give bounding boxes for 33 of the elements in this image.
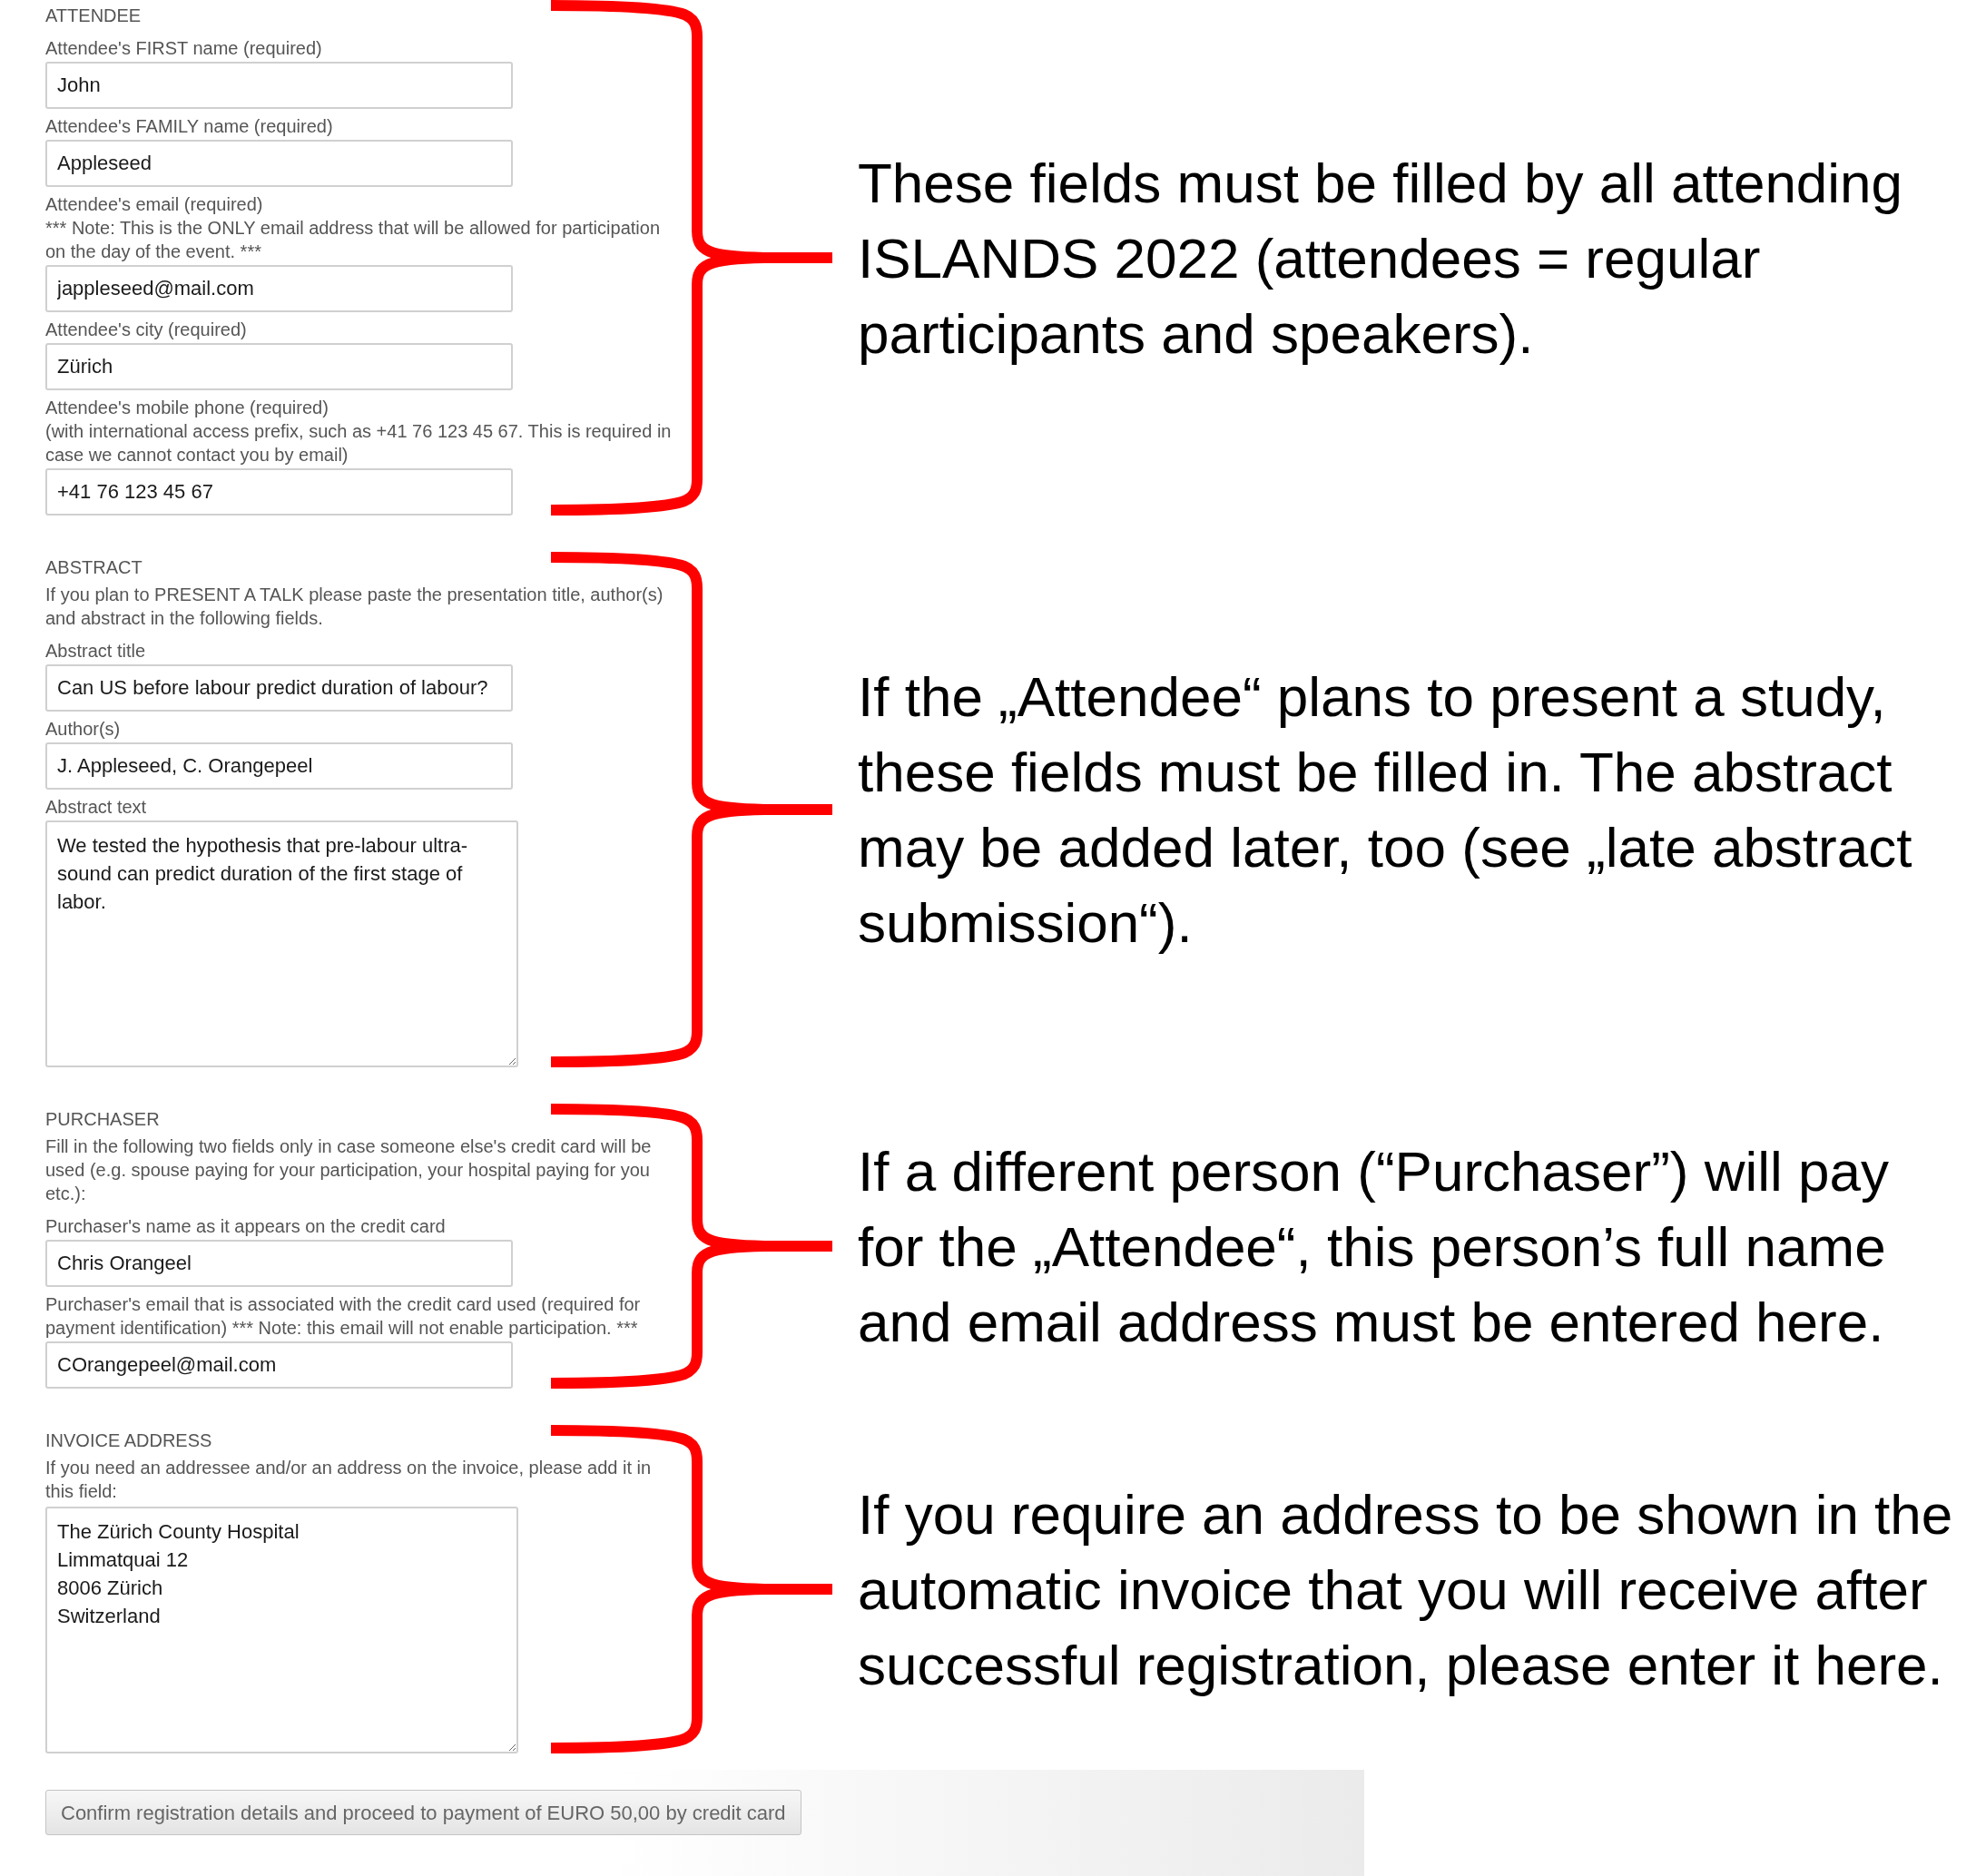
annotation-text: If a different person (“Purchaser”) will pay for the „Attendee“, this person’s full name and email address must be entered here. [858, 1138, 1889, 1355]
text-area[interactable]: We tested the hypothesis that pre-labour ultra-sound can predict duration of the first stage of labor. [45, 820, 518, 1067]
field-label: Attendee's mobile phone (required) (with international access prefix, such as +41 76 123 45 67. This is required in case we cannot contact you by email) [45, 397, 672, 467]
field-label: Purchaser's name as it appears on the credit card [45, 1215, 447, 1238]
section-heading: ABSTRACT [45, 556, 143, 579]
text-input[interactable]: Zürich [45, 343, 513, 390]
text-area[interactable]: The Zürich County Hospital Limmatquai 12 8006 Zürich Switzerland [45, 1507, 518, 1753]
section-heading: PURCHASER [45, 1108, 161, 1131]
field-label: Attendee's FIRST name (required) [45, 37, 323, 60]
section-intro: Fill in the following two fields only in case someone else's credit card will be used (e.g. spouse paying for your participation, your hospital paying for you etc.): [45, 1135, 653, 1205]
field-label: Attendee's city (required) [45, 319, 248, 341]
submit-button[interactable]: Confirm registration details and proceed to payment of EURO 50,00 by credit card [45, 1790, 801, 1835]
field-label: Purchaser's email that is associated with the credit card used (required for payment identification) *** Note: this email will not enable participation. *** [45, 1293, 642, 1340]
text-input[interactable]: Chris Orangeel [45, 1240, 513, 1287]
section-heading: INVOICE ADDRESS [45, 1429, 213, 1452]
text-input[interactable]: John [45, 62, 513, 109]
text-input[interactable]: Can US before labour predict duration of labour? [45, 664, 513, 712]
text-input[interactable]: +41 76 123 45 67 [45, 468, 513, 516]
annotation-text: If the „Attendee“ plans to present a study, these fields must be filled in. The abstract may be added later, too (see „late abstract submission“). [858, 664, 1912, 956]
field-label: Abstract text [45, 796, 148, 819]
section-heading: ATTENDEE [45, 5, 143, 27]
field-label: Abstract title [45, 640, 147, 663]
field-label: Attendee's FAMILY name (required) [45, 115, 334, 138]
field-label: Attendee's email (required) *** Note: This is the ONLY email address that will be allowed for participation on the day of the event. *** [45, 193, 661, 263]
text-input[interactable]: COrangepeel@mail.com [45, 1341, 513, 1389]
text-input[interactable]: jappleseed@mail.com [45, 265, 513, 312]
section-intro: If you plan to PRESENT A TALK please paste the presentation title, author(s) and abstract in the following fields. [45, 584, 664, 630]
section-intro: If you need an addressee and/or an address on the invoice, please add it in this field: [45, 1457, 653, 1503]
annotation-text: If you require an address to be shown in the automatic invoice that you will receive after successful registration, please enter it here. [858, 1481, 1953, 1698]
annotation-text: These fields must be filled by all attending ISLANDS 2022 (attendees = regular participants and speakers). [858, 150, 1903, 367]
text-input[interactable]: Appleseed [45, 140, 513, 187]
text-input[interactable]: J. Appleseed, C. Orangepeel [45, 742, 513, 790]
field-label: Author(s) [45, 718, 122, 741]
